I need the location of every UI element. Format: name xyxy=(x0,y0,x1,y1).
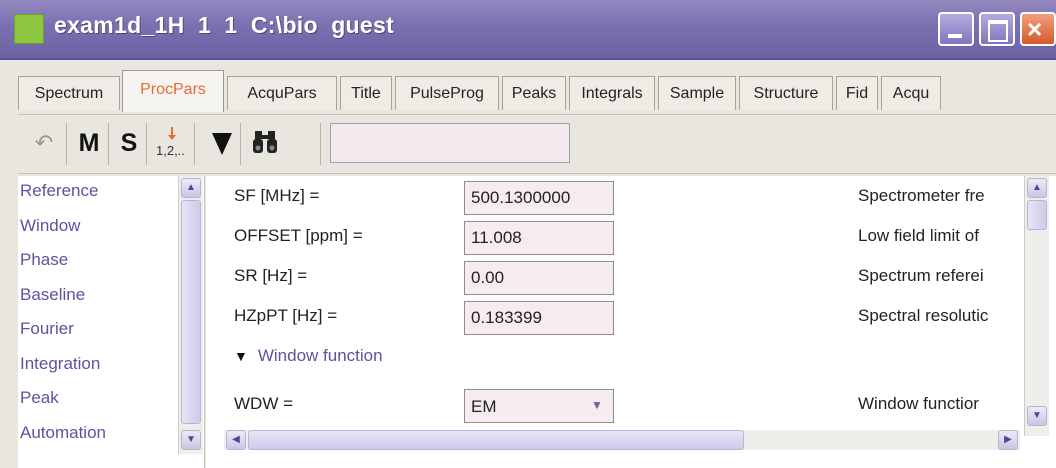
param-row-hzppt: HZpPT [Hz] = Spectral resolutic xyxy=(206,298,1056,338)
toolbar-divider xyxy=(146,123,147,165)
triangle-down-icon: ▼ xyxy=(234,348,248,364)
param-description: Window functior xyxy=(858,394,979,413)
scroll-right-icon[interactable]: ▶ xyxy=(998,430,1018,450)
param-label: OFFSET [ppm] = xyxy=(234,226,363,245)
sidebar-item-baseline[interactable]: Baseline xyxy=(18,280,178,315)
tab-pulseprog[interactable]: PulseProg xyxy=(395,76,499,110)
tab-fid[interactable]: Fid xyxy=(836,76,878,110)
tab-acqupars[interactable]: AcquPars xyxy=(227,76,337,110)
tab-sample[interactable]: Sample xyxy=(658,76,736,110)
scroll-down-icon[interactable]: ▼ xyxy=(181,430,201,450)
hzppt-field[interactable] xyxy=(464,301,614,335)
param-row-wdw: WDW = EM ▼ Window functior xyxy=(206,386,1056,426)
tab-title[interactable]: Title xyxy=(340,76,392,110)
toolbar: ↶ M S 1,2,.. xyxy=(18,114,1056,174)
scroll-up-icon[interactable]: ▲ xyxy=(181,178,201,198)
toolbar-divider xyxy=(240,123,241,165)
toolbar-divider xyxy=(66,123,67,165)
param-label: SR [Hz] = xyxy=(234,266,308,285)
scroll-thumb[interactable] xyxy=(1027,200,1047,230)
binoculars-icon[interactable] xyxy=(250,125,280,161)
wdw-select[interactable]: EM ▼ xyxy=(464,389,614,423)
scroll-thumb[interactable] xyxy=(181,200,201,424)
tab-procpars[interactable]: ProcPars xyxy=(122,70,224,112)
param-label: WDW = xyxy=(234,394,294,413)
sidebar-scrollbar[interactable]: ▲ ▼ xyxy=(178,176,203,454)
wdw-value: EM xyxy=(471,397,497,416)
app-window: exam1d_1H 1 1 C:\bio guest × Spectrum Pr… xyxy=(0,0,1056,468)
param-row-sf: SF [MHz] = Spectrometer fre xyxy=(206,178,1056,218)
sidebar-item-reference[interactable]: Reference xyxy=(18,176,178,211)
panel-scrollbar[interactable]: ▲ ▼ xyxy=(1024,176,1049,436)
offset-field[interactable] xyxy=(464,221,614,255)
minimize-icon xyxy=(948,34,962,38)
tab-integrals[interactable]: Integrals xyxy=(569,76,655,110)
toolbar-divider xyxy=(108,123,109,165)
param-row-sr: SR [Hz] = Spectrum referei xyxy=(206,258,1056,298)
sidebar-item-peak[interactable]: Peak xyxy=(18,383,178,418)
scroll-left-icon[interactable]: ◀ xyxy=(226,430,246,450)
sidebar-item-automation[interactable]: Automation xyxy=(18,418,178,453)
close-button[interactable]: × xyxy=(1020,12,1056,46)
tab-spectrum[interactable]: Spectrum xyxy=(18,76,120,110)
maximize-icon xyxy=(988,20,1008,42)
param-description: Spectrometer fre xyxy=(858,186,985,205)
undo-icon[interactable]: ↶ xyxy=(32,125,56,161)
horizontal-scrollbar[interactable]: ◀ ▶ xyxy=(224,430,1020,450)
sidebar-item-phase[interactable]: Phase xyxy=(18,245,178,280)
scroll-up-icon[interactable]: ▲ xyxy=(1027,178,1047,198)
close-icon: × xyxy=(1027,14,1043,44)
scroll-down-icon[interactable]: ▼ xyxy=(1027,406,1047,426)
triangle-down-icon[interactable] xyxy=(210,125,234,161)
sidebar-list: Reference Window Phase Baseline Fourier … xyxy=(18,176,178,452)
search-input[interactable] xyxy=(330,123,570,163)
param-description: Spectrum referei xyxy=(858,266,984,285)
sidebar-item-fourier[interactable]: Fourier xyxy=(18,314,178,349)
param-label: SF [MHz] = xyxy=(234,186,320,205)
param-label: HZpPT [Hz] = xyxy=(234,306,338,325)
param-row-offset: OFFSET [ppm] = Low field limit of xyxy=(206,218,1056,258)
section-title: Window function xyxy=(257,346,383,365)
maximize-button[interactable] xyxy=(979,12,1015,46)
tab-bar: Spectrum ProcPars AcquPars Title PulsePr… xyxy=(18,70,1056,114)
window-function-section[interactable]: ▼ Window function xyxy=(234,346,383,366)
window-title: exam1d_1H 1 1 C:\bio guest xyxy=(54,12,395,38)
sidebar-item-window[interactable]: Window xyxy=(18,211,178,246)
m-button[interactable]: M xyxy=(78,125,100,161)
sf-field[interactable] xyxy=(464,181,614,215)
sr-field[interactable] xyxy=(464,261,614,295)
param-description: Low field limit of xyxy=(858,226,979,245)
sidebar-item-integration[interactable]: Integration xyxy=(18,349,178,384)
tab-acqu[interactable]: Acqu xyxy=(881,76,941,110)
svg-text:1,2,..: 1,2,.. xyxy=(156,143,184,158)
parameter-panel: SF [MHz] = Spectrometer fre OFFSET [ppm]… xyxy=(206,176,1056,468)
numbering-icon[interactable]: 1,2,.. xyxy=(154,125,185,161)
tab-peaks[interactable]: Peaks xyxy=(502,76,566,110)
minimize-button[interactable] xyxy=(938,12,974,46)
s-button[interactable]: S xyxy=(118,125,140,161)
param-description: Spectral resolutic xyxy=(858,306,989,325)
toolbar-divider xyxy=(194,123,195,165)
tab-structure[interactable]: Structure xyxy=(739,76,833,110)
chevron-down-icon: ▼ xyxy=(591,398,603,412)
title-bar[interactable]: exam1d_1H 1 1 C:\bio guest × xyxy=(0,0,1056,60)
app-icon xyxy=(14,14,44,44)
scroll-thumb[interactable] xyxy=(248,430,744,450)
sidebar: Reference Window Phase Baseline Fourier … xyxy=(18,176,205,468)
toolbar-divider xyxy=(320,123,321,165)
